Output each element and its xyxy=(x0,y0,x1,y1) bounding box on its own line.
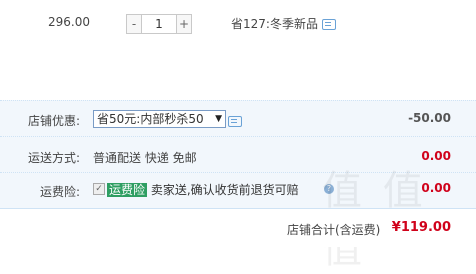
promo-text: 省127:冬季新品 xyxy=(231,17,318,31)
decrease-button[interactable]: - xyxy=(126,14,142,34)
discount-row: 店铺优惠: 省50元:内部秒杀50 ▼ -50.00 xyxy=(0,100,476,137)
item-promo: 省127:冬季新品 xyxy=(231,15,336,32)
insurance-description: 运费险 卖家送,确认收货前退货可赔 xyxy=(107,181,299,198)
cart-item-row: 296.00 - 1 + 省127:冬季新品 xyxy=(0,0,476,101)
quantity-input[interactable]: 1 xyxy=(142,14,176,34)
total-amount: ¥119.00 xyxy=(391,220,451,235)
insurance-label: 运费险: xyxy=(39,185,80,199)
store-total-bar: 店铺合计(含运费) ¥119.00 xyxy=(0,208,476,247)
discount-select[interactable]: 省50元:内部秒杀50 ▼ xyxy=(93,110,226,128)
insurance-text: 卖家送,确认收货前退货可赔 xyxy=(150,183,299,197)
item-price: 296.00 xyxy=(48,15,90,29)
total-label: 店铺合计(含运费) xyxy=(287,223,381,237)
shipping-label: 运送方式: xyxy=(27,151,80,165)
quantity-stepper[interactable]: - 1 + xyxy=(126,14,192,34)
insurance-checkbox[interactable]: ✓ xyxy=(93,183,105,195)
shipping-method: 普通配送 快递 免邮 xyxy=(93,151,197,165)
chat-icon[interactable] xyxy=(228,116,242,127)
discount-select-value: 省50元:内部秒杀50 xyxy=(97,112,204,126)
chat-icon[interactable] xyxy=(321,19,336,30)
discount-label: 店铺优惠: xyxy=(27,114,80,128)
insurance-tag: 运费险 xyxy=(107,183,148,197)
dropdown-arrow-icon: ▼ xyxy=(215,114,222,124)
discount-amount: -50.00 xyxy=(408,111,451,125)
increase-button[interactable]: + xyxy=(176,14,192,34)
